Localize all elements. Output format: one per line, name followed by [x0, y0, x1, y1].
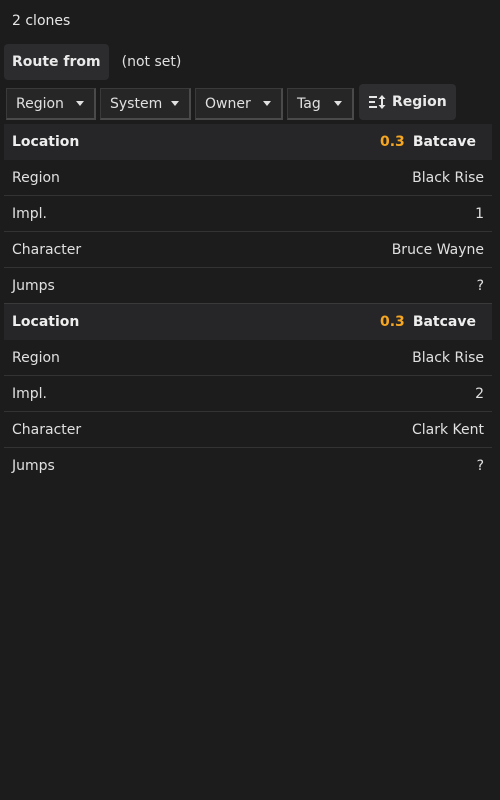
clone-list: Location 0.3 Batcave Region Black Rise I… [4, 124, 492, 483]
location-label: Location [12, 134, 80, 150]
filter-owner-label: Owner [205, 95, 251, 112]
list-item: Impl. 2 [4, 376, 492, 412]
list-item: Character Clark Kent [4, 412, 492, 448]
row-value: Bruce Wayne [391, 241, 484, 258]
clone-count: 2 clones [12, 13, 71, 29]
chevron-down-icon [76, 101, 84, 106]
row-key: Character [12, 241, 82, 258]
chevron-down-icon [263, 101, 271, 106]
filter-system-dropdown[interactable]: System [100, 88, 191, 120]
filter-tag-label: Tag [297, 95, 321, 112]
list-item: Impl. 1 [4, 196, 492, 232]
row-key: Region [12, 169, 60, 186]
chevron-down-icon [171, 101, 179, 106]
filter-region-label: Region [16, 95, 64, 112]
sort-button[interactable]: Region [359, 84, 456, 120]
location-name[interactable]: Batcave [413, 134, 476, 150]
row-value: 1 [475, 205, 484, 222]
filter-system-label: System [110, 95, 163, 112]
row-value: Black Rise [412, 349, 484, 366]
chevron-down-icon [334, 101, 342, 106]
list-item: Character Bruce Wayne [4, 232, 492, 268]
row-key: Impl. [12, 205, 47, 222]
sort-icon [369, 95, 386, 109]
row-value: ? [476, 277, 484, 294]
location-name[interactable]: Batcave [413, 314, 476, 330]
row-value: Black Rise [412, 169, 484, 186]
filter-owner-dropdown[interactable]: Owner [195, 88, 283, 120]
row-key: Region [12, 349, 60, 366]
route-from-value: (not set) [121, 54, 182, 70]
row-key: Jumps [12, 277, 55, 294]
row-key: Impl. [12, 385, 47, 402]
row-key: Jumps [12, 457, 55, 474]
security-status: 0.3 [380, 134, 405, 150]
sort-label: Region [392, 94, 447, 110]
list-item: Jumps ? [4, 268, 492, 304]
clone-location-header: Location 0.3 Batcave [4, 124, 492, 160]
row-value: Clark Kent [411, 421, 484, 438]
row-key: Character [12, 421, 82, 438]
filter-region-dropdown[interactable]: Region [6, 88, 96, 120]
location-label: Location [12, 314, 80, 330]
route-from-button[interactable]: Route from [4, 44, 109, 80]
clone-location-header: Location 0.3 Batcave [4, 304, 492, 340]
filter-tag-dropdown[interactable]: Tag [287, 88, 354, 120]
list-item: Region Black Rise [4, 160, 492, 196]
row-value: 2 [475, 385, 484, 402]
list-item: Jumps ? [4, 448, 492, 483]
list-item: Region Black Rise [4, 340, 492, 376]
route-row: Route from (not set) [4, 44, 181, 80]
security-status: 0.3 [380, 314, 405, 330]
row-value: ? [476, 457, 484, 474]
filter-bar: Region System Owner Tag Region [6, 84, 456, 120]
